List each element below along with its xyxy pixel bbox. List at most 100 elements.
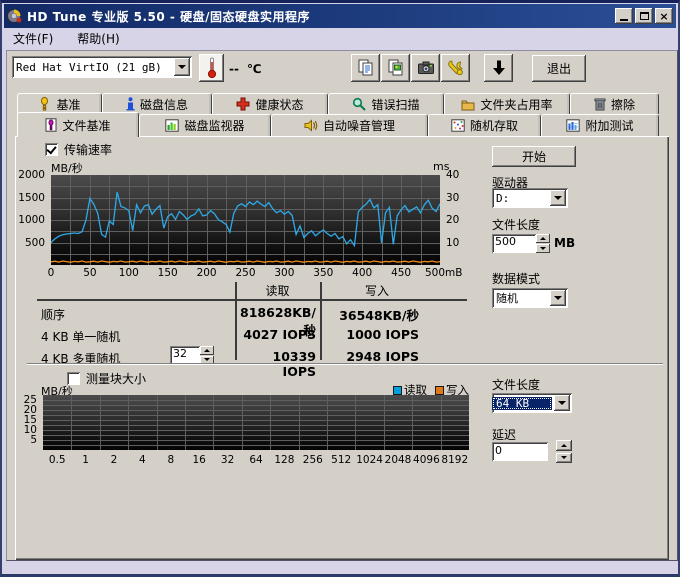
table-rule-horizontal	[37, 299, 467, 301]
file-length-label: 文件长度	[492, 216, 540, 233]
row-4k-single-read: 4027 IOPS	[239, 327, 316, 342]
delay-label: 延迟	[492, 426, 516, 443]
maximize-button[interactable]	[635, 8, 653, 24]
block-size-checkbox[interactable]: 测量块大小	[67, 370, 146, 387]
file-benchmark-icon	[45, 118, 57, 132]
start-button[interactable]: 开始	[492, 146, 576, 167]
tab-file-benchmark[interactable]: 文件基准	[17, 112, 139, 137]
tab-acoustic-management[interactable]: 自动噪音管理	[271, 114, 428, 136]
chevron-down-icon	[554, 196, 562, 200]
extra-tests-icon	[566, 119, 580, 132]
tab-row-1: 基准 磁盘信息 健康状态 错误扫描	[17, 93, 677, 114]
chart1-left-ticks: 200015001000500	[15, 175, 48, 265]
minimize-button[interactable]	[615, 8, 633, 24]
row-4k-single-write: 1000 IOPS	[324, 327, 419, 342]
queue-depth-spinner[interactable]: 32	[170, 346, 214, 364]
delay-input[interactable]: 0	[492, 442, 548, 461]
exit-button[interactable]: 退出	[532, 55, 586, 82]
tab-label: 基准	[56, 96, 80, 113]
drive-dropdown[interactable]: D:	[492, 188, 568, 208]
window-title: HD Tune 专业版 5.50 - 硬盘/固态硬盘实用程序	[27, 8, 613, 25]
drive-select-arrow[interactable]	[174, 58, 190, 76]
camera-icon	[417, 59, 435, 77]
chart2-left-ticks: 252015105	[15, 395, 40, 450]
close-button[interactable]: ×	[655, 8, 673, 24]
data-mode-dropdown[interactable]: 随机	[492, 288, 568, 308]
tab-label: 自动噪音管理	[323, 117, 395, 134]
menubar: 文件(F) 帮助(H)	[2, 28, 678, 48]
tab-benchmark[interactable]: 基准	[17, 93, 102, 114]
transfer-rate-checkbox-label: 传输速率	[64, 141, 112, 158]
spin-up-icon[interactable]	[536, 234, 550, 243]
spin-down-icon[interactable]	[536, 244, 550, 253]
data-mode-dropdown-arrow[interactable]	[550, 290, 566, 306]
tab-folder-usage[interactable]: 文件夹占用率	[444, 93, 570, 114]
exit-button-label: 退出	[547, 60, 571, 77]
folder-icon	[461, 98, 475, 111]
queue-depth-spin-buttons[interactable]	[200, 346, 214, 364]
toolbar: Red Hat VirtIO (21 gB) -- ℃	[7, 51, 677, 89]
table-header-read: 读取	[235, 282, 320, 299]
close-icon: ×	[659, 10, 668, 23]
tab-disk-monitor[interactable]: 磁盘监视器	[139, 114, 271, 136]
drive-select-value: Red Hat VirtIO (21 gB)	[12, 61, 172, 74]
spin-up-icon[interactable]	[200, 346, 214, 355]
row-4k-single-label: 4 KB 单一随机	[41, 328, 120, 345]
info-icon	[126, 97, 135, 111]
magnifier-icon	[352, 97, 366, 111]
row-sequential-label: 顺序	[41, 306, 65, 323]
tab-label: 磁盘监视器	[184, 117, 244, 134]
spin-up-icon[interactable]	[556, 440, 572, 451]
tab-health[interactable]: 健康状态	[212, 93, 328, 114]
tab-label: 文件夹占用率	[480, 96, 552, 113]
queue-depth-value[interactable]: 32	[170, 346, 200, 364]
copy-text-button[interactable]	[351, 54, 380, 82]
screenshot-button[interactable]	[411, 54, 440, 82]
tab-label: 随机存取	[470, 117, 518, 134]
spin-down-icon[interactable]	[556, 453, 572, 464]
temperature-unit: ℃	[247, 62, 262, 76]
block-file-length-arrow[interactable]	[554, 395, 570, 411]
tab-label: 错误扫描	[371, 96, 419, 113]
temperature-value: --	[229, 62, 239, 76]
options-button[interactable]	[441, 54, 470, 82]
tab-random-access[interactable]: 随机存取	[428, 114, 541, 136]
tab-disk-info[interactable]: 磁盘信息	[102, 93, 212, 114]
copy-image-icon	[387, 59, 405, 77]
menu-file[interactable]: 文件(F)	[11, 29, 55, 48]
block-size-checkbox-label: 测量块大小	[86, 370, 146, 387]
speaker-icon	[304, 119, 318, 132]
down-arrow-icon	[491, 59, 507, 77]
drive-dropdown-arrow[interactable]	[550, 190, 566, 206]
delay-spin-buttons[interactable]	[556, 440, 572, 463]
temperature-button[interactable]	[199, 54, 224, 82]
tab-erase[interactable]: 擦除	[570, 93, 659, 114]
tools-icon	[447, 59, 465, 77]
file-length-unit: MB	[554, 236, 575, 250]
transfer-rate-checkbox[interactable]: 传输速率	[45, 141, 112, 158]
drive-dropdown-value: D:	[492, 192, 548, 205]
app-window: HD Tune 专业版 5.50 - 硬盘/固态硬盘实用程序 × 文件(F) 帮…	[0, 0, 680, 577]
file-length-spin-buttons[interactable]	[536, 234, 550, 253]
tab-label: 文件基准	[62, 117, 110, 134]
transfer-rate-checkbox-box[interactable]	[45, 143, 58, 156]
row-4k-multi-write: 2948 IOPS	[324, 349, 419, 364]
tab-row-2: 文件基准 磁盘监视器 自动噪音管理	[17, 114, 677, 136]
data-mode-dropdown-value: 随机	[492, 290, 548, 306]
table-rule-vertical-2	[320, 282, 322, 360]
chevron-down-icon	[558, 401, 566, 405]
chevron-down-icon	[178, 65, 186, 69]
chart1-yaxis-label: MB/秒	[51, 160, 83, 176]
drive-select[interactable]: Red Hat VirtIO (21 gB)	[12, 56, 192, 78]
section-separator	[27, 363, 663, 365]
tab-error-scan[interactable]: 错误扫描	[328, 93, 444, 114]
menu-help[interactable]: 帮助(H)	[75, 29, 121, 48]
block-file-length-dropdown[interactable]: 64 KB	[492, 393, 572, 413]
save-results-button[interactable]	[484, 54, 513, 82]
file-length-value[interactable]: 500	[492, 234, 536, 253]
copy-image-button[interactable]	[381, 54, 410, 82]
tab-extra-tests[interactable]: 附加测试	[541, 114, 659, 136]
file-length-spinner[interactable]: 500	[492, 234, 550, 253]
client-area: Red Hat VirtIO (21 gB) -- ℃	[6, 50, 678, 561]
maximize-icon	[640, 12, 649, 20]
